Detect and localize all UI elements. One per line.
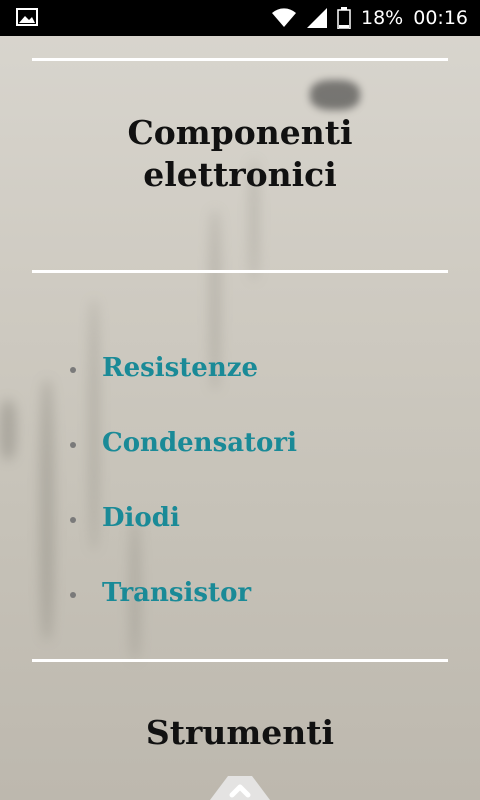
list-item: Resistenze	[70, 330, 297, 405]
link-diodi[interactable]: Diodi	[102, 503, 180, 533]
page-title-line1: Componenti	[127, 113, 353, 152]
link-transistor[interactable]: Transistor	[102, 578, 251, 608]
section-title-strumenti: Strumenti	[145, 713, 335, 752]
list-item: Diodi	[70, 480, 297, 555]
link-resistenze[interactable]: Resistenze	[102, 353, 258, 383]
bullet-icon	[70, 366, 76, 373]
link-condensatori[interactable]: Condensatori	[102, 428, 297, 458]
divider-bottom	[32, 659, 448, 662]
battery-icon	[337, 7, 351, 29]
component-list: Resistenze Condensatori Diodi Transistor	[70, 330, 297, 630]
page-title-line2: elettronici	[143, 155, 337, 195]
status-bar: 18% 00:16	[0, 0, 480, 36]
bullet-icon	[70, 516, 76, 523]
clock: 00:16	[413, 7, 468, 29]
list-item: Condensatori	[70, 405, 297, 480]
divider-top	[32, 58, 448, 61]
battery-percent: 18%	[361, 7, 404, 29]
page-title: Componenti elettronici	[0, 112, 480, 196]
wifi-icon	[272, 8, 296, 27]
scroll-up-button[interactable]	[210, 776, 270, 800]
divider-middle	[32, 270, 448, 273]
signal-icon	[307, 8, 327, 28]
image-icon	[16, 8, 38, 26]
bullet-icon	[70, 441, 76, 448]
bullet-icon	[70, 591, 76, 598]
list-item: Transistor	[70, 555, 297, 630]
